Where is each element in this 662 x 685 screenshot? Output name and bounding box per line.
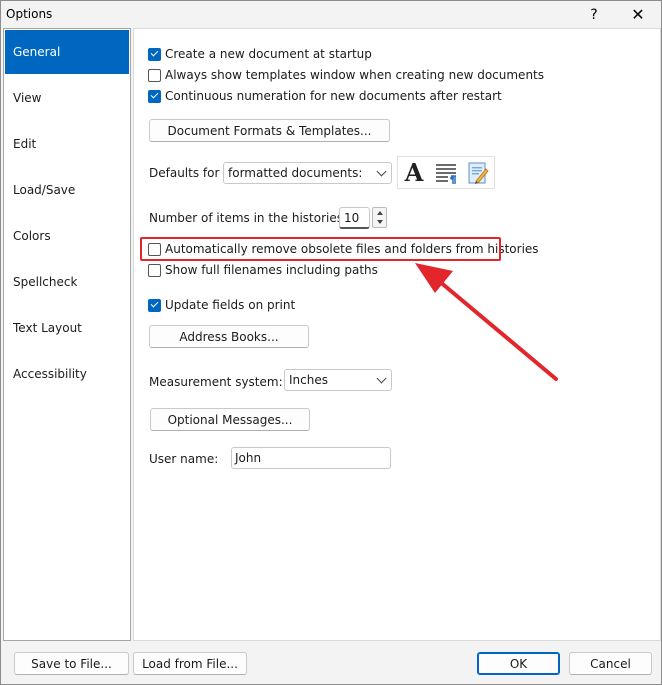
save-to-file-button[interactable]: Save to File... — [14, 652, 129, 675]
defaults-for-select[interactable]: formatted documents: — [223, 162, 392, 184]
histories-label: Number of items in the histories: — [149, 211, 348, 225]
sidebar-item-label: Load/Save — [13, 183, 76, 197]
options-dialog: Options ? ✕ General View Edit Load/Save … — [0, 0, 662, 685]
dialog-title: Options — [6, 7, 53, 21]
help-button[interactable]: ? — [572, 1, 616, 28]
chevron-down-icon — [376, 166, 387, 177]
sidebar-item-label: Accessibility — [13, 367, 87, 381]
checkbox-unchecked-icon — [148, 263, 161, 277]
user-name-label: User name: — [149, 452, 219, 466]
checkbox-checked-icon — [148, 298, 161, 312]
checkbox-label: Always show templates window when creati… — [165, 68, 545, 82]
measurement-system-value: Inches — [289, 373, 328, 387]
spin-down-icon[interactable] — [377, 220, 383, 224]
checkbox-unchecked-icon — [148, 68, 161, 82]
update-fields-on-print-checkbox[interactable]: Update fields on print — [148, 296, 295, 314]
sidebar-item-label: View — [13, 91, 42, 105]
sidebar-item-label: Edit — [13, 137, 37, 151]
defaults-for-value: formatted documents: — [228, 166, 363, 180]
histories-spinner[interactable] — [372, 207, 387, 228]
show-full-filenames-checkbox[interactable]: Show full filenames including paths — [148, 261, 378, 279]
checkbox-checked-icon — [148, 47, 161, 61]
sidebar-item-label: Text Layout — [13, 321, 82, 335]
sidebar-item-label: General — [13, 45, 61, 59]
measurement-system-label: Measurement system: — [149, 375, 283, 389]
paragraph-format-icon[interactable] — [430, 157, 462, 188]
optional-messages-button[interactable]: Optional Messages... — [150, 408, 310, 431]
user-name-input[interactable]: John — [231, 447, 391, 469]
chevron-down-icon — [376, 373, 387, 384]
histories-count-value: 10 — [344, 210, 360, 225]
checkbox-label: Update fields on print — [165, 298, 296, 312]
font-icon[interactable]: A — [398, 157, 430, 188]
sidebar-item-edit[interactable]: Edit — [5, 122, 129, 166]
load-from-file-button[interactable]: Load from File... — [133, 652, 247, 675]
create-new-document-checkbox[interactable]: Create a new document at startup — [148, 45, 372, 63]
close-button[interactable]: ✕ — [616, 1, 660, 28]
sidebar-item-text-layout[interactable]: Text Layout — [5, 306, 129, 350]
checkbox-checked-icon — [148, 89, 161, 103]
sidebar-item-view[interactable]: View — [5, 76, 129, 120]
title-bar: Options ? ✕ — [1, 1, 661, 28]
checkbox-label: Show full filenames including paths — [165, 263, 378, 277]
checkbox-label: Continuous numeration for new documents … — [165, 89, 502, 103]
sidebar-item-label: Spellcheck — [13, 275, 78, 289]
help-icon: ? — [590, 6, 598, 23]
ok-button[interactable]: OK — [477, 652, 560, 675]
user-name-value: John — [235, 451, 262, 465]
sidebar-item-label: Colors — [13, 229, 51, 243]
sidebar-item-general[interactable]: General — [5, 30, 129, 74]
document-edit-icon[interactable] — [462, 157, 494, 188]
sidebar-item-spellcheck[interactable]: Spellcheck — [5, 260, 129, 304]
font-icon-glyph: A — [404, 158, 424, 187]
continuous-numeration-checkbox[interactable]: Continuous numeration for new documents … — [148, 87, 502, 105]
cancel-button[interactable]: Cancel — [569, 652, 652, 675]
histories-count-input[interactable]: 10 — [339, 207, 370, 229]
close-icon: ✕ — [631, 5, 645, 24]
measurement-system-select[interactable]: Inches — [284, 369, 392, 391]
format-icon-group: A — [397, 156, 495, 189]
checkbox-label: Create a new document at startup — [165, 47, 372, 61]
document-formats-button[interactable]: Document Formats & Templates... — [149, 119, 390, 142]
address-books-button[interactable]: Address Books... — [149, 325, 309, 348]
defaults-for-label: Defaults for — [149, 166, 220, 180]
annotation-highlight-box — [140, 237, 501, 261]
category-sidebar: General View Edit Load/Save Colors Spell… — [3, 28, 131, 641]
sidebar-item-colors[interactable]: Colors — [5, 214, 129, 258]
sidebar-item-load-save[interactable]: Load/Save — [5, 168, 129, 212]
show-templates-window-checkbox[interactable]: Always show templates window when creati… — [148, 66, 544, 84]
spin-up-icon[interactable] — [377, 211, 383, 215]
sidebar-item-accessibility[interactable]: Accessibility — [5, 352, 129, 396]
